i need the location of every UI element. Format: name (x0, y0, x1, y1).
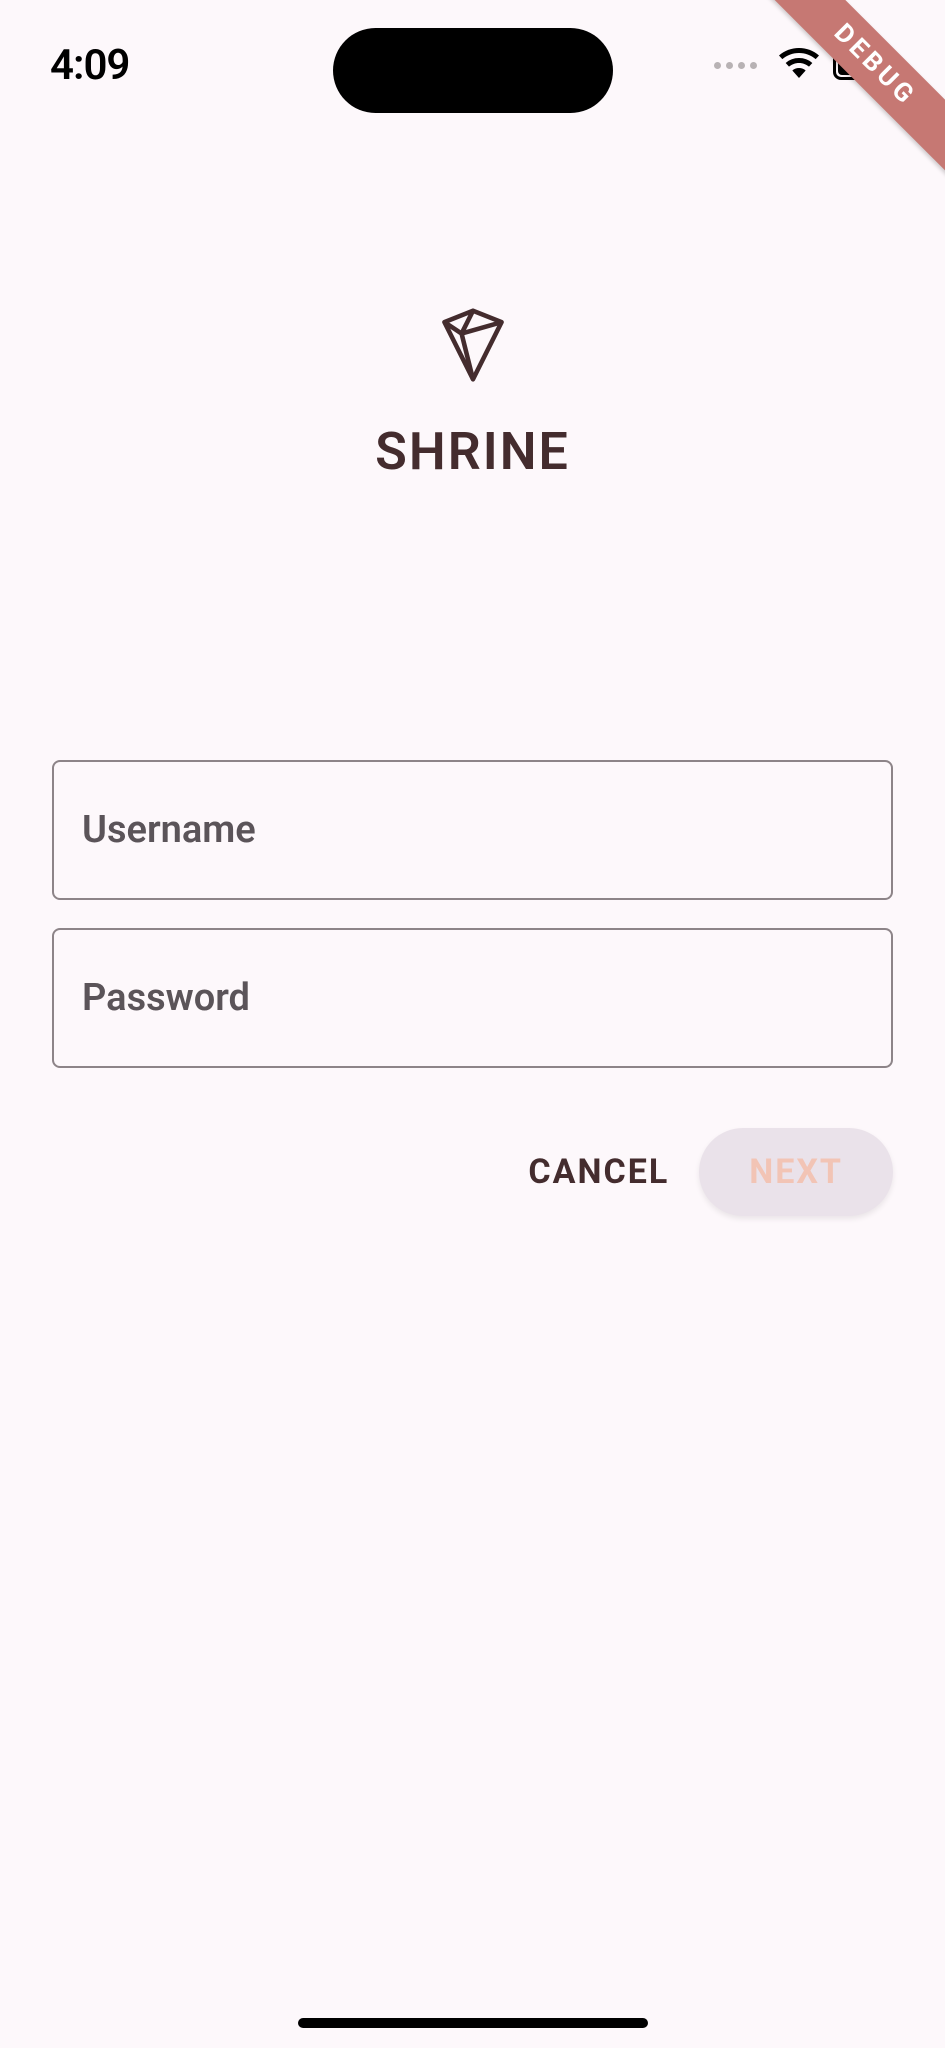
wifi-icon (779, 47, 819, 83)
cellular-dots-icon (714, 62, 757, 69)
device-notch (333, 28, 613, 113)
status-time: 4:09 (50, 41, 129, 90)
cancel-button[interactable]: CANCEL (498, 1132, 699, 1212)
password-input[interactable] (52, 928, 893, 1068)
next-button[interactable]: NEXT (699, 1128, 893, 1216)
diamond-icon (437, 305, 509, 389)
button-row: CANCEL NEXT (52, 1128, 893, 1216)
username-input[interactable] (52, 760, 893, 900)
home-indicator[interactable] (298, 2018, 648, 2028)
logo-section: SHRINE (0, 305, 945, 482)
app-title: SHRINE (375, 421, 570, 482)
login-form: CANCEL NEXT (52, 760, 893, 1216)
